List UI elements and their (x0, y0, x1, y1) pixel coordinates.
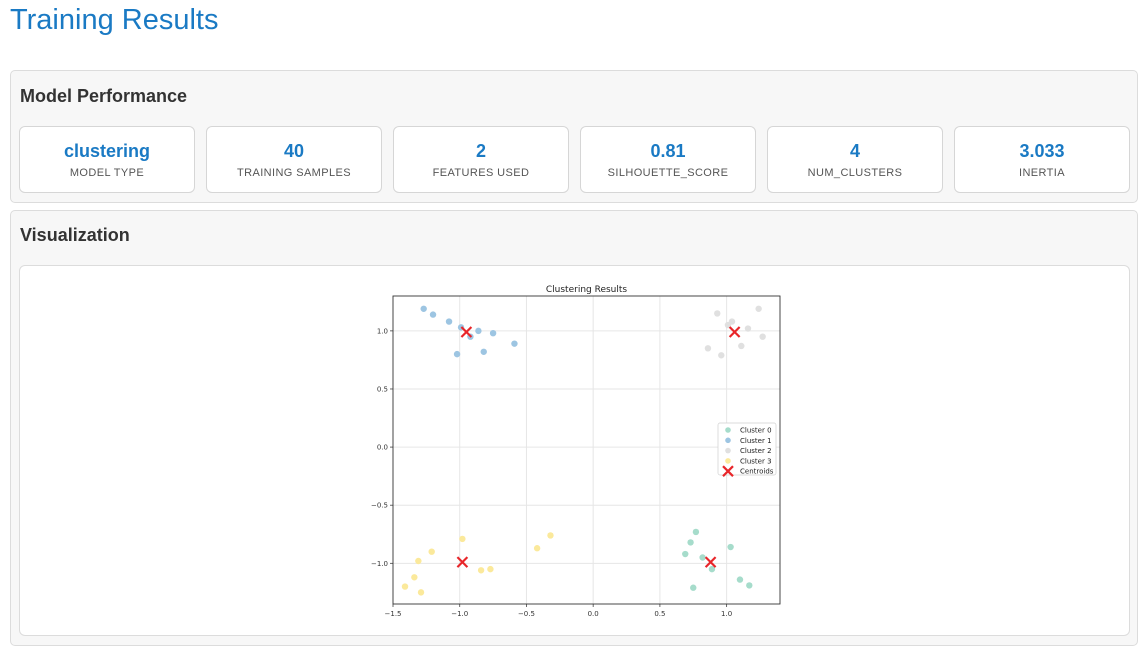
visualization-panel: Visualization Clustering Results −1.5 −1.0… (10, 210, 1138, 646)
metric-card-silhouette-score: 0.81 SILHOUETTE_SCORE (580, 126, 756, 193)
legend-label: Centroids (740, 468, 774, 476)
data-point (690, 584, 697, 591)
chart-card: Clustering Results −1.5 −1.0 −0.5 0.0 0.5 1.0 −… (19, 265, 1130, 636)
clustering-scatter-plot: Clustering Results −1.5 −1.0 −0.5 0.0 0.5 1.0 −… (371, 285, 781, 618)
metric-label: MODEL TYPE (69, 167, 145, 179)
legend-label: Cluster 2 (740, 447, 772, 455)
data-point (744, 325, 752, 332)
data-point (755, 305, 762, 312)
metric-card-num-clusters: 4 NUM_CLUSTERS (767, 126, 943, 193)
metric-label: SILHOUETTE_SCORE (607, 167, 729, 179)
y-tick-label: 0.0 (377, 444, 388, 452)
data-point (415, 557, 422, 565)
data-point (489, 329, 497, 337)
legend-label: Cluster 3 (740, 457, 772, 465)
metric-card-model-type: clustering MODEL TYPE (19, 126, 195, 193)
y-tick-label: −0.5 (371, 502, 388, 510)
legend-swatch (725, 458, 731, 464)
x-tick-label: 1.0 (721, 610, 732, 618)
data-point (420, 305, 427, 312)
data-point (411, 574, 418, 581)
data-point (417, 589, 425, 596)
data-point (692, 528, 700, 536)
data-point (738, 342, 745, 350)
metric-value: 0.81 (650, 141, 686, 161)
x-tick-label: 0.5 (654, 610, 665, 618)
metric-value: 2 (475, 141, 486, 161)
data-point (459, 535, 466, 543)
data-point (718, 352, 725, 359)
data-point (401, 583, 409, 590)
metric-label: INERTIA (1019, 167, 1065, 179)
metric-card-inertia: 3.033 INERTIA (954, 126, 1130, 193)
data-point (714, 310, 721, 317)
data-point (511, 340, 518, 347)
data-point (746, 582, 753, 589)
data-point (547, 532, 554, 539)
y-tick-label: 0.5 (377, 385, 388, 393)
legend-label: Cluster 1 (740, 437, 772, 445)
metric-value: 4 (849, 141, 860, 161)
model-performance-panel: Model Performance clustering MODEL TYPE … (10, 70, 1138, 203)
section-title-visualization: Visualization (20, 225, 130, 245)
metric-card-training-samples: 40 TRAINING SAMPLES (206, 126, 382, 193)
metric-label: TRAINING SAMPLES (237, 167, 351, 179)
legend-swatch (725, 427, 731, 433)
legend-swatch (725, 447, 731, 454)
metric-label: NUM_CLUSTERS (807, 167, 903, 179)
data-point (728, 318, 736, 325)
data-point (453, 350, 461, 358)
y-tick-label: −1.0 (371, 560, 388, 568)
metric-card-features-used: 2 FEATURES USED (393, 126, 569, 193)
centroid-marker (460, 326, 473, 338)
legend-label: Cluster 0 (740, 427, 772, 435)
data-point (533, 545, 541, 552)
chart-title: Clustering Results (546, 285, 628, 295)
data-point (727, 543, 734, 551)
data-point (759, 333, 766, 340)
metric-label: FEATURES USED (432, 167, 530, 179)
centroid-marker (728, 326, 741, 338)
y-tick-label: 1.0 (377, 327, 388, 335)
data-point (475, 327, 482, 335)
x-tick-label: −1.5 (385, 610, 402, 618)
metric-value: 40 (283, 141, 305, 161)
data-point (429, 311, 437, 318)
data-point (704, 345, 712, 352)
section-title-performance: Model Performance (20, 86, 188, 106)
data-point (682, 550, 689, 558)
x-tick-label: −1.0 (451, 610, 468, 618)
data-point (480, 348, 487, 355)
data-point (699, 554, 706, 561)
data-point (428, 548, 435, 555)
data-point (445, 318, 453, 325)
centroid-marker (704, 556, 717, 568)
page-title: Training Results (10, 4, 219, 36)
legend-swatch (725, 437, 731, 444)
x-tick-label: −0.5 (518, 610, 535, 618)
centroid-marker (456, 556, 469, 568)
data-point (477, 567, 485, 574)
x-tick-label: 0.0 (588, 610, 599, 618)
data-point (736, 576, 744, 583)
data-point (487, 565, 494, 573)
metric-value: clustering (63, 141, 151, 161)
metric-value: 3.033 (1019, 141, 1065, 161)
data-point (687, 539, 694, 546)
